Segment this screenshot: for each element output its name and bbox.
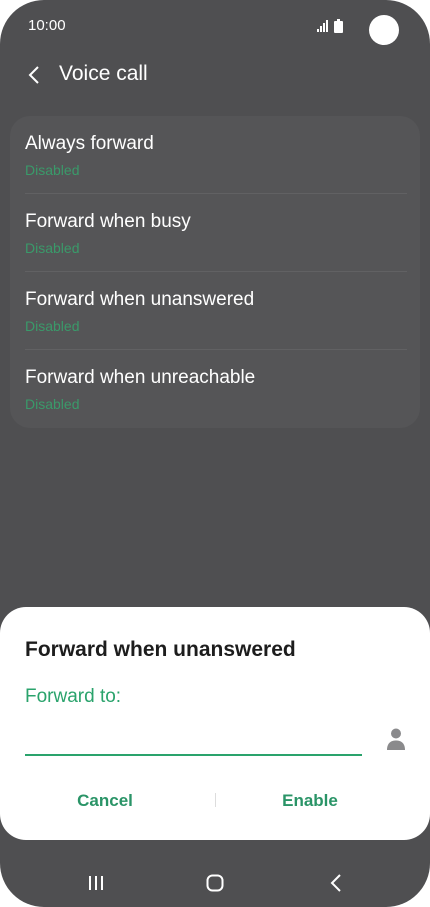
contacts-button[interactable] <box>383 725 409 753</box>
recents-icon <box>89 876 103 890</box>
home-icon <box>206 874 224 892</box>
nav-back-button[interactable] <box>318 870 354 896</box>
home-button[interactable] <box>197 870 233 896</box>
setting-title: Forward when busy <box>25 211 191 232</box>
button-divider <box>215 793 216 807</box>
recents-button[interactable] <box>78 870 114 896</box>
person-icon <box>387 728 405 750</box>
setting-status: Disabled <box>25 396 80 412</box>
setting-forward-when-unreachable[interactable]: Forward when unreachable Disabled <box>10 350 420 428</box>
setting-status: Disabled <box>25 162 80 178</box>
back-button[interactable] <box>22 60 46 90</box>
cancel-button[interactable]: Cancel <box>20 783 190 819</box>
signal-icon <box>317 20 328 32</box>
setting-title: Forward when unanswered <box>25 289 255 310</box>
setting-status: Disabled <box>25 240 80 256</box>
battery-icon <box>334 19 343 33</box>
phone-screen: 10:00 Voice call Always forward Disabled… <box>0 0 430 907</box>
navigation-bar <box>0 858 430 907</box>
status-bar: 10:00 <box>0 0 430 54</box>
setting-forward-when-busy[interactable]: Forward when busy Disabled <box>10 194 420 272</box>
forward-number-input[interactable] <box>25 724 362 756</box>
enable-button[interactable]: Enable <box>225 783 395 819</box>
setting-status: Disabled <box>25 318 80 334</box>
back-icon <box>330 874 341 892</box>
forward-dialog: Forward when unanswered Forward to: Canc… <box>0 607 430 840</box>
page-title: Voice call <box>59 62 148 85</box>
status-time: 10:00 <box>28 17 66 34</box>
chevron-left-icon <box>28 66 39 84</box>
camera-icon <box>369 15 399 45</box>
setting-always-forward[interactable]: Always forward Disabled <box>10 116 420 194</box>
call-forwarding-list: Always forward Disabled Forward when bus… <box>10 116 420 428</box>
setting-title: Forward when unreachable <box>25 367 256 388</box>
forward-to-label: Forward to: <box>25 686 122 707</box>
dialog-title: Forward when unanswered <box>25 638 296 661</box>
setting-forward-when-unanswered[interactable]: Forward when unanswered Disabled <box>10 272 420 350</box>
setting-title: Always forward <box>25 133 154 154</box>
